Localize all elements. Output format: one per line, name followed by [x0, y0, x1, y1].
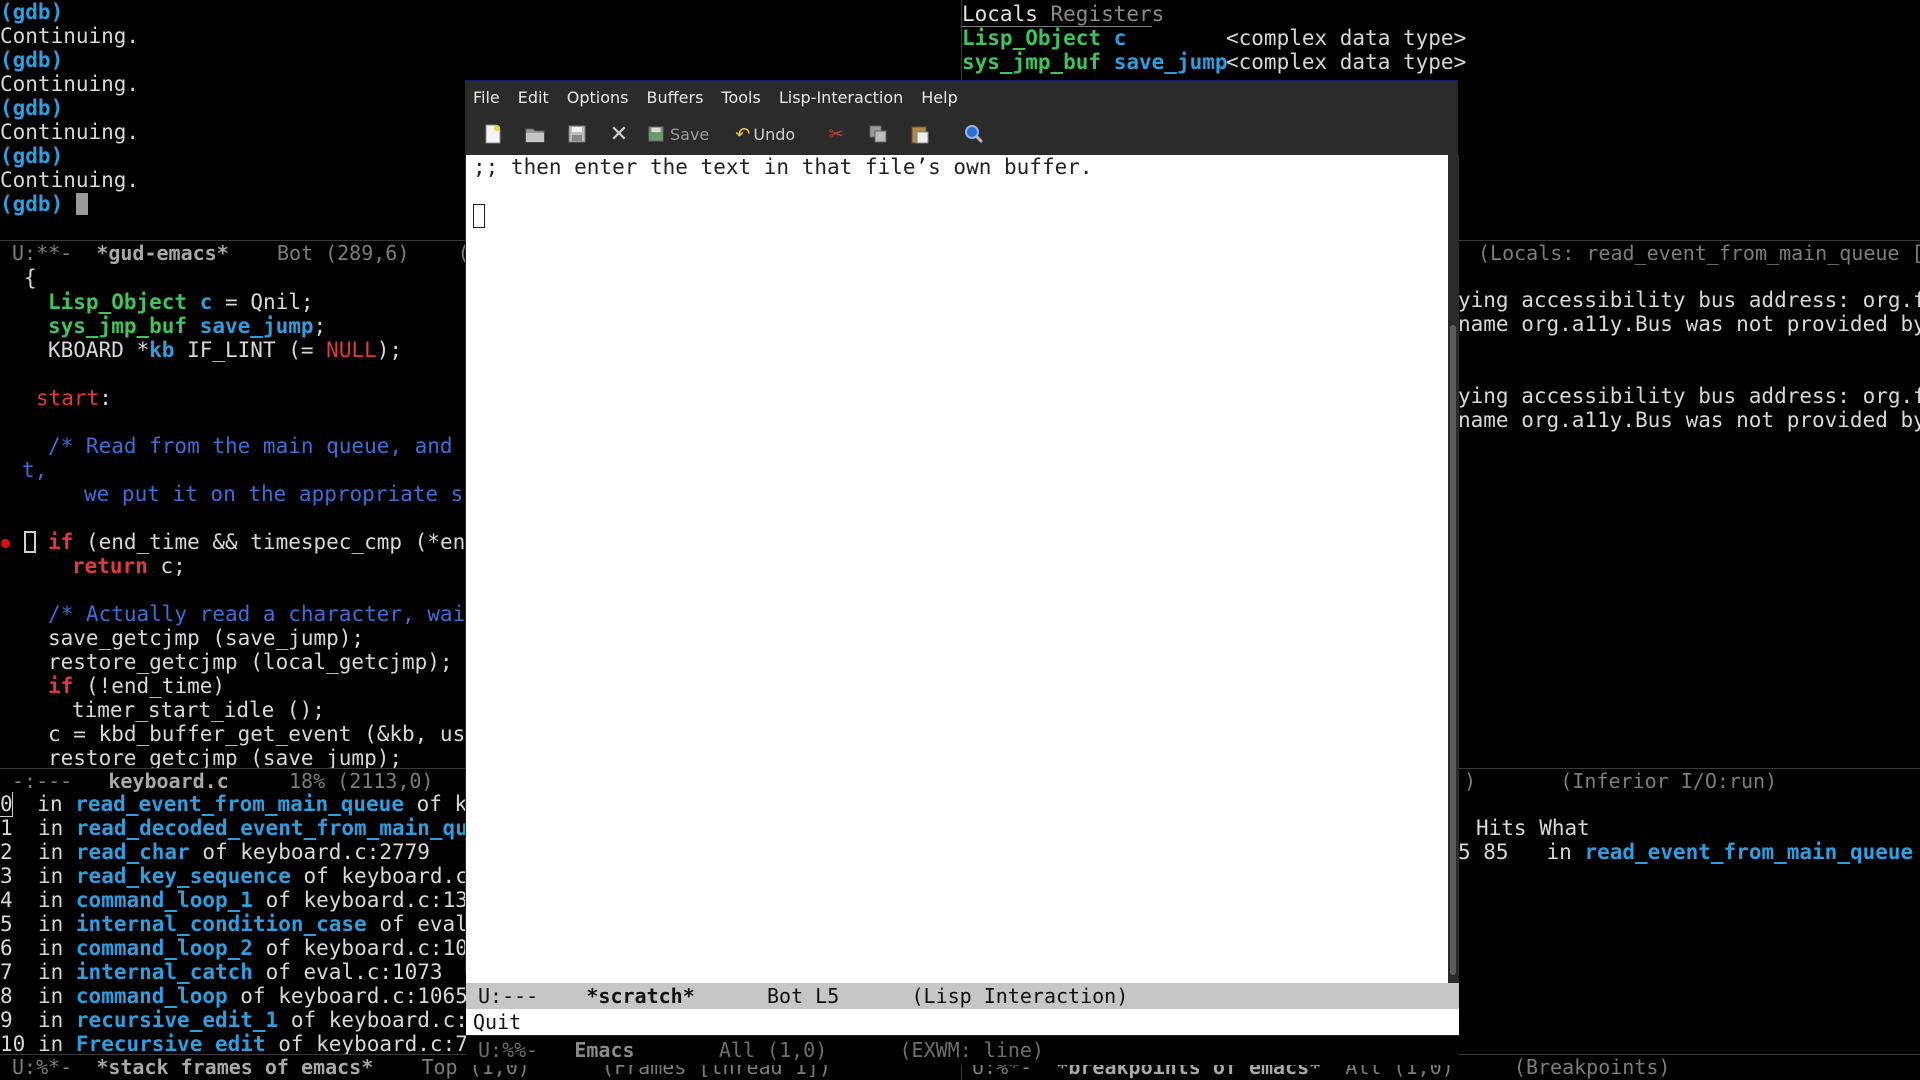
menu-edit[interactable]: Edit: [518, 88, 549, 107]
gdb-output: Continuing.: [0, 168, 140, 192]
tab-locals[interactable]: Locals: [962, 2, 1038, 26]
emacs-frame-modeline[interactable]: U:%%- Emacs All (1,0) (EXWM: line): [466, 1035, 1459, 1065]
menu-options[interactable]: Options: [567, 88, 629, 107]
stack-frame-row[interactable]: 10 in Frecursive_edit of keyboard.c:742: [0, 1032, 493, 1054]
locals-row[interactable]: sys_jmp_buf save_jump <complex data type>: [962, 50, 1466, 74]
current-line-indicator-icon: [24, 530, 36, 554]
breakpoints-header: Hits What: [1476, 816, 1590, 840]
locals-modeline[interactable]: (Locals: read_event_from_main_queue [: [1458, 240, 1920, 266]
cut-scissors-icon[interactable]: ✂: [821, 119, 851, 149]
stack-frame-row[interactable]: 4 in command_loop_1 of keyboard.c:1343: [0, 888, 493, 912]
gdb-output: Continuing.: [0, 24, 140, 48]
scratch-editor[interactable]: ;; then enter the text in that file’s ow…: [466, 155, 1448, 983]
gdb-input-line[interactable]: (gdb): [0, 192, 88, 216]
new-file-icon[interactable]: [478, 119, 508, 149]
source-line: sys_jmp_buf save_jump;: [48, 314, 327, 338]
stack-frame-row[interactable]: 1 in read_decoded_event_from_main_queu: [0, 816, 493, 840]
breakpoint-row[interactable]: 5 85 in read_event_from_main_queue o: [1458, 840, 1920, 864]
source-line: save_getcjmp (save_jump);: [48, 626, 365, 650]
source-line: KBOARD *kb IF_LINT (= NULL);: [48, 338, 403, 362]
vertical-scrollbar[interactable]: [1448, 155, 1459, 983]
source-line: c = kbd_buffer_get_event (&kb, usec: [48, 722, 465, 746]
tool-bar: ✕ Save ↶ Undo ✂: [466, 114, 1457, 154]
io-line: name org.a11y.Bus was not provided by: [1458, 312, 1920, 336]
stack-frame-row[interactable]: 3 in read_key_sequence of keyboard.c:9: [0, 864, 493, 888]
copy-icon[interactable]: [863, 119, 893, 149]
save-disk-icon[interactable]: [562, 119, 592, 149]
breakpoints-pane[interactable]: Hits What 5 85 in read_event_from_main_q…: [1458, 816, 1920, 1054]
editor-cursor-line: [473, 203, 485, 228]
gdb-prompt: (gdb): [0, 192, 76, 216]
stack-buffer-name: *stack frames of emacs*: [96, 1055, 374, 1079]
keyboard-buffer-name: keyboard.c: [108, 769, 229, 793]
open-folder-icon[interactable]: [520, 119, 550, 149]
menu-file[interactable]: File: [473, 88, 500, 107]
scratch-modeline[interactable]: U:--- *scratch* Bot L5 (Lisp Interaction…: [466, 983, 1459, 1009]
source-line: Lisp_Object c = Qnil;: [48, 290, 314, 314]
scrollbar-thumb[interactable]: [1450, 325, 1456, 975]
undo-button[interactable]: ↶ Undo: [735, 124, 795, 145]
stack-frame-row[interactable]: 6 in command_loop_2 of keyboard.c:1086: [0, 936, 493, 960]
source-pane[interactable]: { Lisp_Object c = Qnil; sys_jmp_buf save…: [0, 266, 465, 778]
locals-row[interactable]: Lisp_Object c <complex data type>: [962, 26, 1466, 50]
gud-buffer-name: *gud-emacs*: [96, 241, 229, 265]
text-cursor: [75, 193, 88, 215]
tab-registers[interactable]: Registers: [1051, 2, 1165, 26]
menu-buffers[interactable]: Buffers: [647, 88, 704, 107]
gdb-output: Continuing.: [0, 72, 140, 96]
source-line: restore_getcjmp (local_getcjmp);: [48, 650, 453, 674]
paste-clipboard-icon[interactable]: [905, 119, 935, 149]
search-magnifier-icon[interactable]: [959, 119, 989, 149]
stack-frame-row[interactable]: 9 in recursive_edit_1 of keyboard.c:671: [0, 1008, 506, 1032]
gdb-prompt: (gdb): [0, 96, 64, 120]
scratch-buffer-name: *scratch*: [586, 984, 695, 1008]
source-line: restore_getcjmp (save_jump);: [48, 746, 403, 770]
gdb-output: Continuing.: [0, 120, 140, 144]
source-line: return c;: [72, 554, 186, 578]
editor-comment-line: ;; then enter the text in that file’s ow…: [473, 155, 1093, 179]
stack-frame-row[interactable]: 7 in internal_catch of eval.c:1073: [0, 960, 443, 984]
inferior-io-pane[interactable]: ying accessibility bus address: org.fr n…: [1458, 288, 1920, 768]
source-comment: /* Actually read a character, waiti: [48, 602, 465, 626]
save-button[interactable]: Save: [646, 124, 709, 144]
locals-tabs: Locals Registers: [962, 2, 1164, 26]
menu-bar: File Edit Options Buffers Tools Lisp-Int…: [466, 81, 1457, 113]
source-comment: /* Read from the main queue, and if: [48, 434, 465, 458]
stack-frame-row[interactable]: 0 in read_event_from_main_queue of key: [0, 792, 493, 817]
source-comment: we put it on the appropriate sid: [84, 482, 465, 506]
menu-lisp-interaction[interactable]: Lisp-Interaction: [779, 88, 903, 107]
gdb-prompt: (gdb): [0, 48, 64, 72]
io-line: ying accessibility bus address: org.fr: [1458, 384, 1920, 408]
source-line: {: [24, 266, 37, 290]
io-line: ying accessibility bus address: org.fr: [1458, 288, 1920, 312]
close-icon[interactable]: ✕: [604, 119, 634, 149]
menu-tools[interactable]: Tools: [721, 88, 760, 107]
breakpoint-marker-icon[interactable]: [0, 530, 10, 554]
inferior-io-modeline[interactable]: ) (Inferior I/O:run): [1458, 768, 1920, 794]
source-line: timer_start_idle ();: [72, 698, 325, 722]
stack-frame-row[interactable]: 8 in command_loop of keyboard.c:1065: [0, 984, 468, 1008]
source-line: if (!end_time): [48, 674, 226, 698]
io-line: name org.a11y.Bus was not provided by: [1458, 408, 1920, 432]
gdb-prompt: (gdb): [0, 0, 64, 24]
menu-help[interactable]: Help: [921, 88, 957, 107]
emacs-frame-window[interactable]: File Edit Options Buffers Tools Lisp-Int…: [465, 80, 1459, 1065]
minibuffer[interactable]: Quit: [466, 1009, 1459, 1035]
source-label: start:: [36, 386, 112, 410]
stack-frame-row[interactable]: 5 in internal_condition_case of eval.c: [0, 912, 493, 936]
source-line: if (end_time && timespec_cmp (*end_: [48, 530, 465, 554]
text-cursor: [473, 204, 485, 228]
emacs-buffer-name: Emacs: [574, 1038, 635, 1062]
undo-arrow-icon: ↶: [735, 123, 751, 145]
source-comment: t,: [22, 458, 48, 482]
stack-frame-row[interactable]: 2 in read_char of keyboard.c:2779: [0, 840, 430, 864]
gdb-prompt: (gdb): [0, 144, 64, 168]
